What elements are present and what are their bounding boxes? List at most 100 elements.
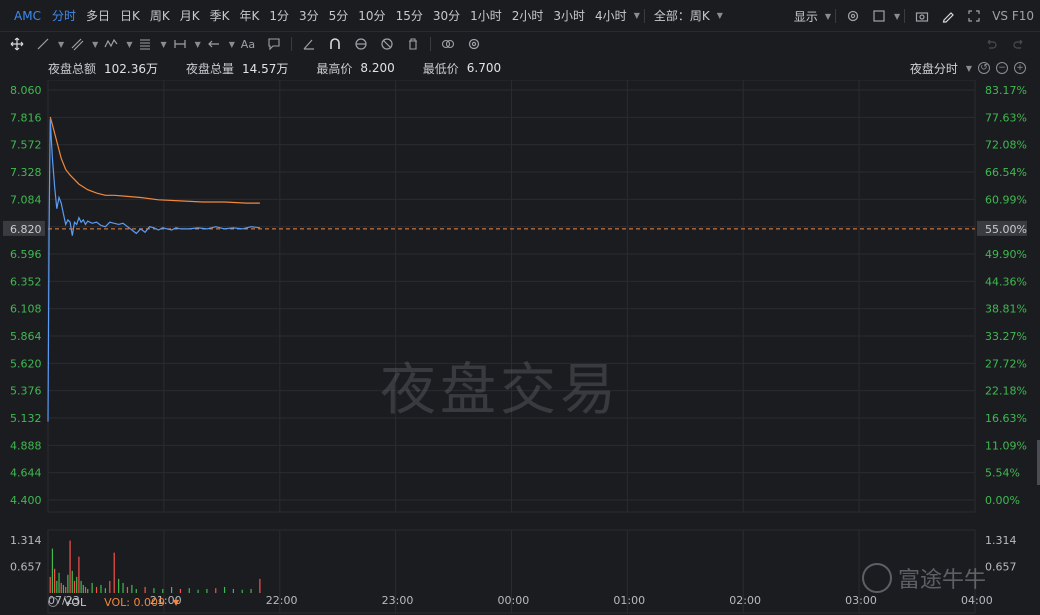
y-tick-percent: 60.99% [985,193,1027,206]
channel-line-icon[interactable] [64,35,90,53]
symbol-label[interactable]: AMC [0,9,47,23]
comment-icon[interactable] [261,35,287,53]
period-tab[interactable]: 多日 [81,7,115,24]
x-tick-label: 03:00 [845,594,877,607]
period-tab[interactable]: 周K [145,7,175,24]
y-tick-label: 5.376 [10,385,42,398]
arrow-left-icon[interactable] [201,35,227,53]
volume-bar [118,578,120,593]
period-tab[interactable]: 3小时 [548,7,590,24]
price-series-line [47,119,260,422]
volume-bar [65,586,67,593]
y-tick-label: 5.864 [10,330,42,343]
measure-range-icon[interactable] [167,35,193,53]
volume-bar [206,588,208,593]
chevron-down-icon[interactable]: ▼ [966,64,972,73]
y-tick-label: 4.888 [10,439,42,452]
period-tab[interactable]: 3分 [294,7,324,24]
chevron-down-icon[interactable]: ▼ [894,12,900,21]
lock-drawing-icon[interactable] [348,35,374,53]
y-tick-percent: 83.17% [985,84,1027,97]
trend-line-icon[interactable] [30,35,56,53]
hide-drawing-icon[interactable] [374,35,400,53]
period-tab[interactable]: 30分 [428,7,465,24]
y-tick-percent: 5.54% [985,467,1020,480]
volume-bar [100,584,102,593]
redo-icon[interactable] [1006,35,1032,53]
text-tool-icon[interactable]: Aa [235,35,261,53]
settings-icon[interactable] [840,7,866,25]
eye-icon[interactable] [48,597,58,607]
period-tab[interactable]: 15分 [391,7,428,24]
volume-tick-label-right: 0.657 [985,561,1017,574]
low-value: 6.700 [466,61,502,75]
period-tab[interactable]: 5分 [324,7,354,24]
volume-bar [250,588,252,593]
camera-icon[interactable] [909,7,935,25]
period-tab[interactable]: 年K [234,7,264,24]
y-tick-label: 6.108 [10,303,42,316]
period-toolbar: AMC 分时 多日 日K 周K 月K 季K 年K 1分 3分 5分 10分 15分 30分 1小时 2小时 3… [0,0,1040,32]
low-label: 最低价 [422,61,459,76]
layout-square-icon[interactable] [866,7,892,25]
logo-mark-icon [862,563,892,593]
watermark-text: 夜盘交易 [380,358,620,423]
chevron-down-icon[interactable]: ▼ [717,11,723,20]
y-tick-label: 7.084 [10,193,42,206]
drawing-settings-icon[interactable] [461,35,487,53]
zoom-out-icon[interactable]: − [996,62,1008,74]
pencil-icon[interactable] [935,7,961,25]
volume-bar [71,570,73,593]
scope-selector[interactable]: 全部：周K [649,7,715,24]
prev-close-label-left: 6.820 [10,223,42,236]
period-tab[interactable]: 月K [175,7,205,24]
period-tab[interactable]: 1小时 [465,7,507,24]
chevron-down-icon[interactable]: ▼ [634,11,640,20]
night-amount-label: 夜盘总额 [48,61,97,76]
fullscreen-icon[interactable] [961,7,987,25]
brand-logo: 富途牛牛 [862,562,986,594]
volume-value[interactable]: VOL: 0.009 [104,596,165,609]
zoom-in-icon[interactable]: + [1014,62,1026,74]
period-tab[interactable]: 1分 [264,7,294,24]
volume-bar [82,584,84,593]
move-crosshair-icon[interactable] [4,35,30,53]
x-tick-label: 23:00 [382,594,414,607]
compare-f10[interactable]: VS F10 [987,9,1040,23]
period-tab[interactable]: 分时 [47,7,81,24]
volume-bar [62,584,65,593]
chevron-down-icon[interactable]: ▼ [825,12,831,21]
brand-name: 富途牛牛 [898,568,987,593]
display-menu[interactable]: 显示 [789,8,823,25]
period-tab[interactable]: 2小时 [507,7,549,24]
angle-ruler-icon[interactable] [296,35,322,53]
volume-bar [76,576,78,593]
undo-icon[interactable] [978,35,1004,53]
y-tick-percent: 77.63% [985,111,1027,124]
zigzag-wave-icon[interactable] [98,35,124,53]
volume-bar [95,586,98,593]
intraday-chart[interactable]: 8.060 83.17% 7.816 77.63% 7.572 72.08% 7.328 66… [0,80,1040,615]
volume-indicator-name[interactable]: VOL [64,596,86,609]
volume-bar [162,588,164,593]
x-tick-label: 22:00 [266,594,298,607]
link-overlay-icon[interactable] [435,35,461,53]
fibonacci-icon[interactable] [132,35,158,53]
period-tab[interactable]: 季K [205,7,235,24]
volume-bar [51,548,54,593]
trash-icon[interactable] [400,35,426,53]
volume-bar [84,586,87,593]
session-dropdown[interactable]: 夜盘分时 [910,60,958,77]
period-tab[interactable]: 4小时 [590,7,632,24]
y-tick-label: 7.816 [10,111,42,124]
y-tick-percent: 22.18% [985,385,1027,398]
magnet-icon[interactable] [322,35,348,53]
period-tab[interactable]: 10分 [353,7,390,24]
y-tick-percent: 33.27% [985,330,1027,343]
y-tick-label: 7.328 [10,166,42,179]
chevron-down-icon[interactable]: ▼ [173,598,179,607]
divider [835,9,837,23]
period-tab[interactable]: 日K [115,7,145,24]
night-amount-value: 102.36万 [104,61,159,76]
reset-icon[interactable]: ↺ [978,62,990,74]
